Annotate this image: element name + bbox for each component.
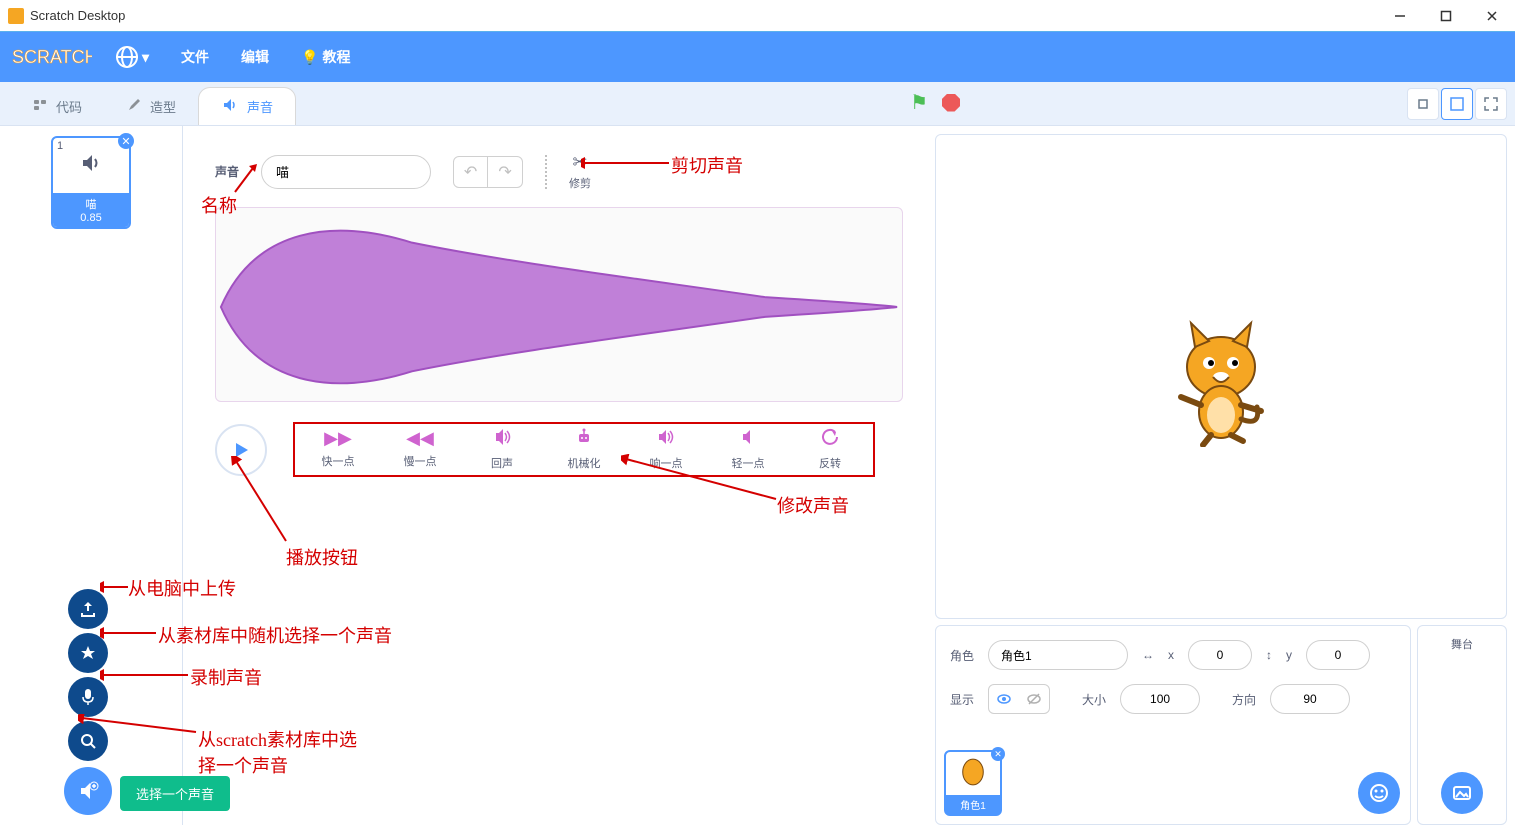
divider	[545, 155, 547, 189]
scissors-icon: ✂	[572, 152, 587, 173]
app-icon	[8, 8, 24, 24]
play-button[interactable]	[215, 424, 267, 476]
redo-button[interactable]: ↷	[488, 157, 522, 187]
sprite-thumb[interactable]: ✕ 角色1	[944, 750, 1002, 816]
brush-icon	[126, 97, 142, 116]
sound-name-input[interactable]	[261, 155, 431, 189]
globe-icon	[116, 46, 138, 68]
record-sound-button[interactable]	[68, 677, 108, 717]
sound-name-label: 声音	[215, 163, 239, 180]
window-titlebar: Scratch Desktop	[0, 0, 1515, 32]
annotation-play: 播放按钮	[286, 544, 358, 570]
chevron-down-icon: ▾	[142, 49, 149, 66]
lightbulb-icon: 💡	[301, 49, 318, 66]
robot-icon	[575, 428, 593, 451]
effect-faster[interactable]: ▶▶快一点	[311, 428, 365, 471]
direction-label: 方向	[1232, 691, 1256, 708]
choose-sound-button[interactable]: 选择一个声音	[68, 721, 108, 761]
sprite-direction-input[interactable]	[1270, 684, 1350, 714]
effect-echo[interactable]: 回声	[475, 428, 529, 471]
add-sprite-button[interactable]	[1358, 772, 1400, 814]
upload-sound-button[interactable]	[68, 589, 108, 629]
xy-icon: ↔	[1142, 648, 1154, 662]
echo-icon	[492, 428, 512, 451]
svg-text:SCRATCH: SCRATCH	[12, 47, 92, 67]
sprite-x-input[interactable]	[1188, 640, 1252, 670]
sound-editor: 声音 ↶ ↷ ✂ 修剪 ▶▶快一点 ◀◀慢一点	[191, 134, 927, 817]
effect-softer[interactable]: 轻一点	[721, 428, 775, 471]
waveform[interactable]	[215, 207, 903, 402]
sound-icon	[221, 96, 239, 117]
delete-sound-button[interactable]: ✕	[118, 133, 134, 149]
reverse-icon	[821, 428, 839, 451]
sprite-name-input[interactable]	[988, 640, 1128, 670]
maximize-button[interactable]	[1423, 0, 1469, 32]
stage[interactable]	[935, 134, 1507, 619]
stage-panel: 舞台 背景	[1417, 625, 1507, 825]
sprite-size-input[interactable]	[1120, 684, 1200, 714]
effect-reverse[interactable]: 反转	[803, 428, 857, 471]
menu-file[interactable]: 文件	[173, 41, 217, 73]
y-icon: ↕	[1266, 648, 1272, 662]
code-icon	[32, 97, 48, 116]
delete-sprite-button[interactable]: ✕	[991, 747, 1005, 761]
sound-thumb[interactable]: 1 ✕ 喵 0.85	[51, 136, 131, 229]
trim-button[interactable]: ✂ 修剪	[569, 152, 591, 191]
sound-index: 1	[57, 140, 63, 152]
effects-toolbar: ▶▶快一点 ◀◀慢一点 回声 机械化 响一点 轻一点 反转	[293, 422, 875, 477]
undo-button[interactable]: ↶	[454, 157, 488, 187]
tab-bar: 代码 造型 声音 ⚑	[0, 82, 1515, 126]
show-button[interactable]	[989, 685, 1019, 713]
minimize-button[interactable]	[1377, 0, 1423, 32]
stop-button[interactable]	[942, 94, 960, 112]
language-menu[interactable]: ▾	[108, 40, 157, 74]
tab-costumes[interactable]: 造型	[104, 87, 198, 125]
louder-icon	[656, 428, 676, 451]
sound-thumb-duration: 0.85	[53, 212, 129, 224]
sprite-info-panel: 角色 ↔ x ↕ y 显示	[935, 625, 1411, 825]
effect-slower[interactable]: ◀◀慢一点	[393, 428, 447, 471]
size-label: 大小	[1082, 691, 1106, 708]
sprite-label: 角色	[950, 647, 974, 664]
menu-tutorials[interactable]: 💡 教程	[293, 41, 358, 73]
rewind-icon: ◀◀	[406, 428, 434, 449]
window-title: Scratch Desktop	[30, 8, 125, 23]
sound-thumb-name: 喵	[53, 196, 129, 212]
stage-full-button[interactable]	[1475, 88, 1507, 120]
scratch-cat-icon	[1161, 307, 1281, 447]
show-label: 显示	[950, 691, 974, 708]
stage-small-button[interactable]	[1407, 88, 1439, 120]
surprise-sound-button[interactable]	[68, 633, 108, 673]
stage-large-button[interactable]	[1441, 88, 1473, 120]
green-flag-button[interactable]: ⚑	[910, 90, 928, 115]
choose-sound-tooltip: 选择一个声音	[120, 776, 230, 811]
tab-sounds[interactable]: 声音	[198, 87, 296, 125]
menu-edit[interactable]: 编辑	[233, 41, 277, 73]
add-sound-button[interactable]	[64, 767, 112, 815]
stage-label: 舞台	[1451, 636, 1473, 652]
speaker-icon	[57, 142, 125, 191]
hide-button[interactable]	[1019, 685, 1049, 713]
fastforward-icon: ▶▶	[324, 428, 352, 449]
scratch-logo[interactable]: SCRATCH	[12, 42, 92, 72]
tab-code[interactable]: 代码	[10, 87, 104, 125]
softer-icon	[739, 428, 757, 451]
effect-robot[interactable]: 机械化	[557, 428, 611, 471]
sprite-y-input[interactable]	[1306, 640, 1370, 670]
menubar: SCRATCH ▾ 文件 编辑 💡 教程	[0, 32, 1515, 82]
annotation-modify: 修改声音	[777, 492, 849, 518]
add-backdrop-button[interactable]	[1441, 772, 1483, 814]
close-button[interactable]	[1469, 0, 1515, 32]
effect-louder[interactable]: 响一点	[639, 428, 693, 471]
